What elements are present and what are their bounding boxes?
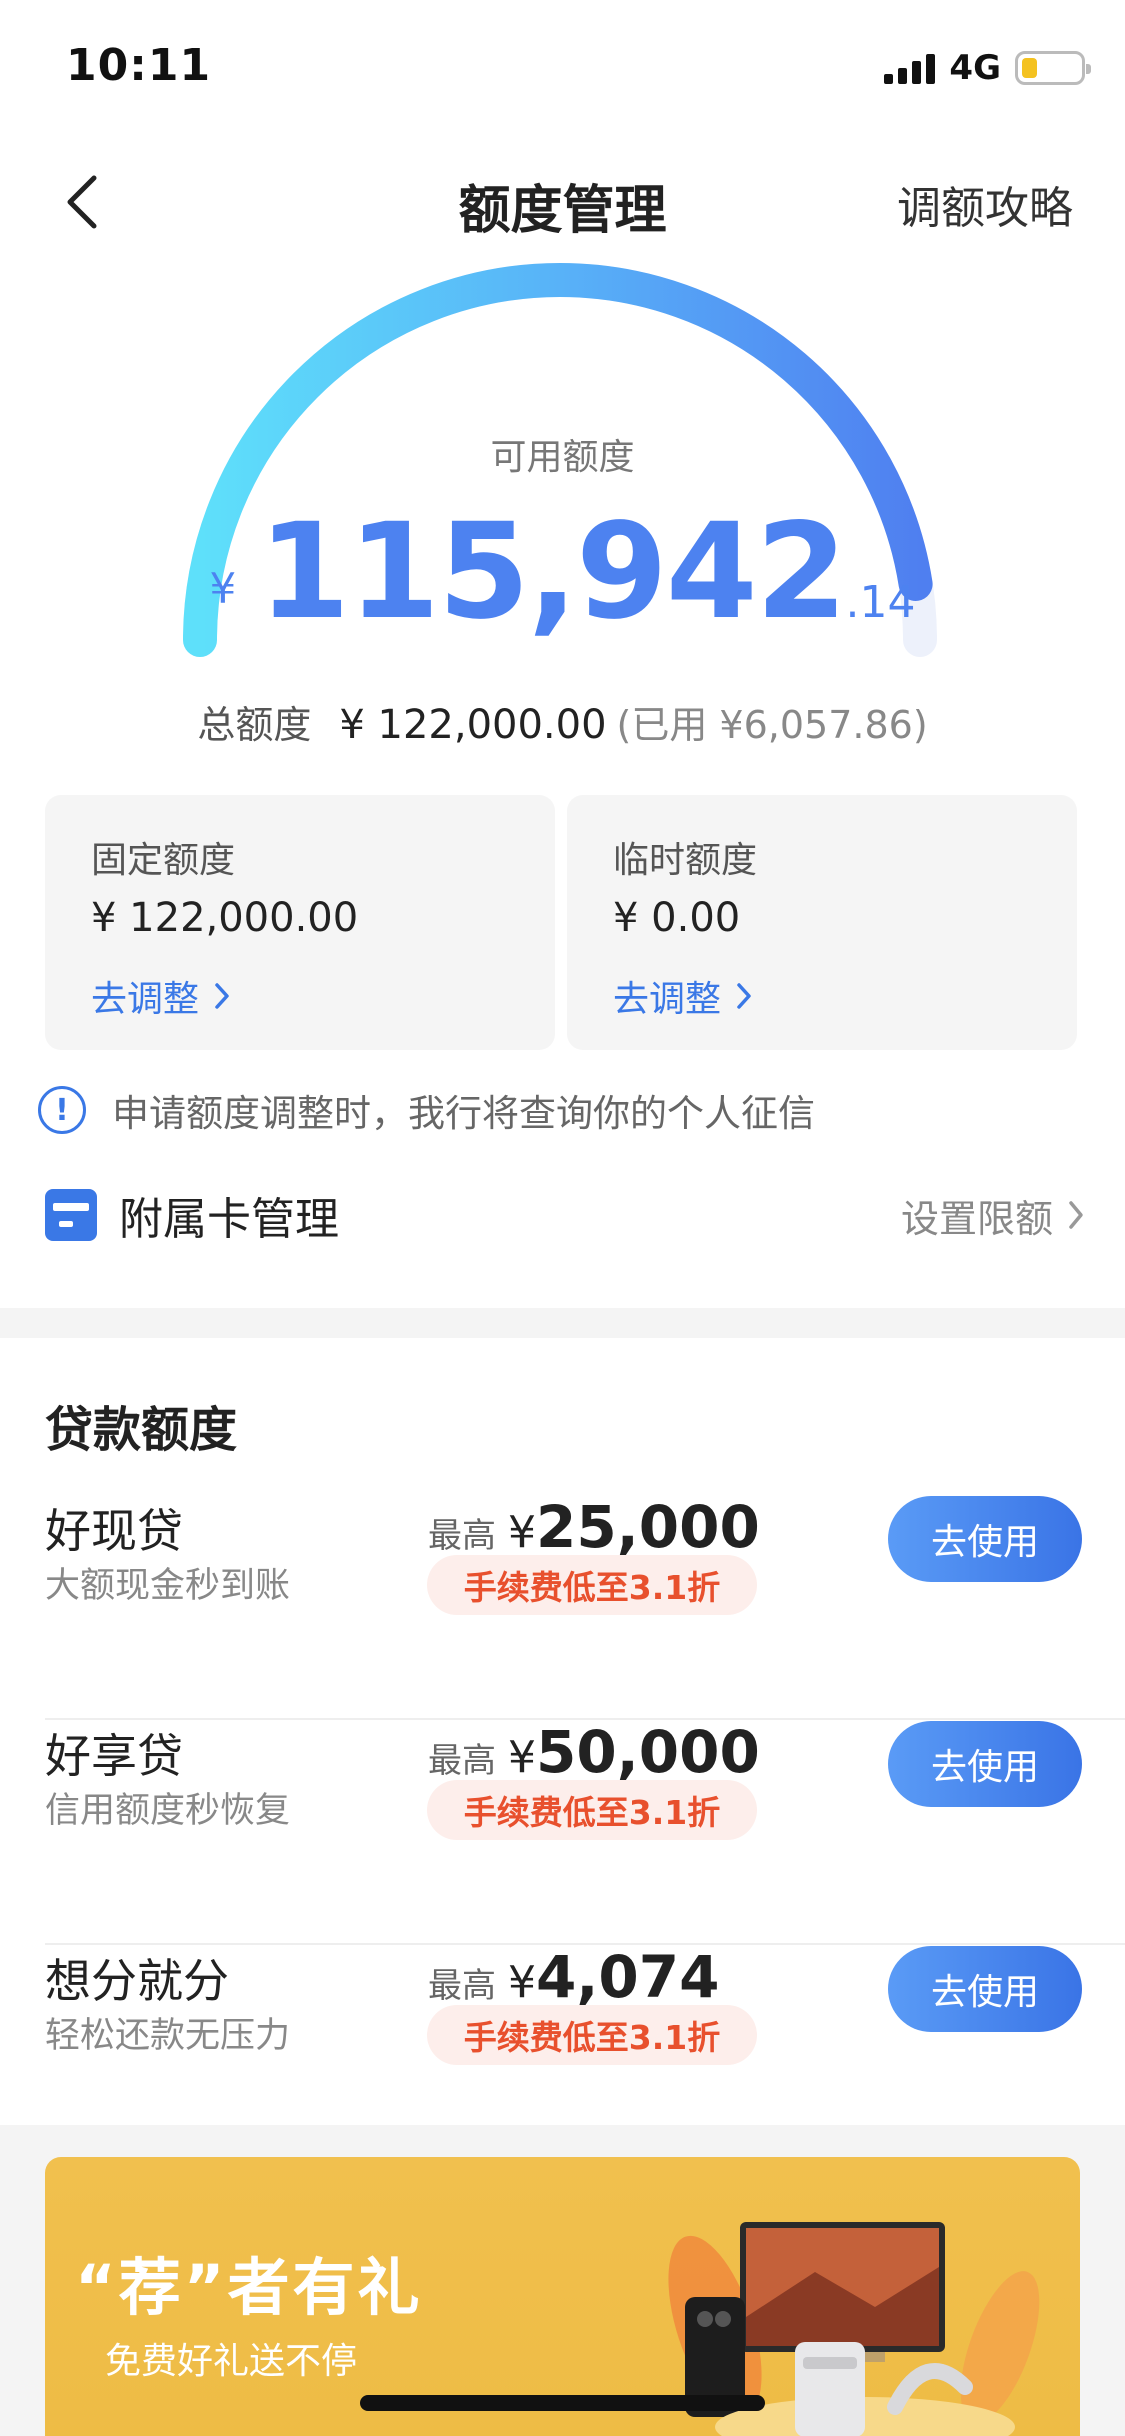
yen-sign: ¥ xyxy=(508,1957,536,2008)
card-amount: ¥ 0.00 xyxy=(613,895,741,941)
use-button[interactable]: 去使用 xyxy=(888,1721,1082,1807)
adjust-guide-link[interactable]: 调额攻略 xyxy=(897,172,1073,236)
use-button[interactable]: 去使用 xyxy=(888,1946,1082,2032)
max-label: 最高 xyxy=(428,1516,496,1556)
set-limit-link[interactable]: 设置限额 xyxy=(901,1188,1085,1243)
info-icon: ! xyxy=(38,1086,86,1134)
loan-name: 好现贷 xyxy=(45,1504,183,1558)
card-amount: ¥ 122,000.00 xyxy=(91,895,359,941)
loan-max: 最高 ¥50,000 xyxy=(428,1718,760,1786)
chevron-right-icon xyxy=(737,983,751,1009)
loan-name: 好享贷 xyxy=(45,1729,183,1783)
loan-max: 最高 ¥4,074 xyxy=(428,1943,719,2011)
loan-max: 最高 ¥25,000 xyxy=(428,1493,760,1561)
use-button[interactable]: 去使用 xyxy=(888,1496,1082,1582)
total-label: 总额度 xyxy=(197,703,312,747)
max-value: 25,000 xyxy=(536,1493,760,1561)
max-value: 50,000 xyxy=(536,1718,760,1786)
total-amount: ¥ 122,000.00 xyxy=(339,702,607,748)
home-indicator xyxy=(360,2395,765,2411)
loan-item-xiangfenjiufen: 想分就分 轻松还款无压力 最高 ¥4,074 手续费低至3.1折 去使用 xyxy=(45,1943,1125,2125)
available-label: 可用额度 xyxy=(490,437,635,478)
status-bar: 10:11 4G xyxy=(0,0,1125,130)
total-line: 总额度 ¥ 122,000.00 (已用 ¥6,057.86) xyxy=(0,694,1125,749)
signal-icon xyxy=(884,52,936,84)
loan-section-title: 贷款额度 xyxy=(45,1402,238,1458)
banner-title: “荐”者有礼 xyxy=(75,2251,423,2324)
battery-icon xyxy=(1015,51,1091,85)
adjust-fixed-link[interactable]: 去调整 xyxy=(91,970,231,1022)
set-limit-label: 设置限额 xyxy=(900,1196,1053,1241)
status-time: 10:11 xyxy=(66,40,212,91)
yen-sign: ¥ xyxy=(508,1507,536,1558)
yen-sign: ¥ xyxy=(508,1732,536,1783)
card-title: 临时额度 xyxy=(613,840,758,881)
max-label: 最高 xyxy=(428,1741,496,1781)
status-indicators: 4G xyxy=(884,48,1091,88)
available-decimal: .14 xyxy=(845,577,916,628)
loan-name: 想分就分 xyxy=(45,1954,229,2008)
sub-card-row[interactable]: 附属卡管理 设置限额 xyxy=(45,1180,1085,1250)
adjust-temp-link[interactable]: 去调整 xyxy=(613,970,753,1022)
available-integer: 115,942 xyxy=(258,495,847,649)
available-currency: ¥ xyxy=(209,564,237,613)
used-amount: (已用 ¥6,057.86) xyxy=(616,703,928,747)
credit-notice: ! 申请额度调整时，我行将查询你的个人征信 xyxy=(38,1083,815,1137)
nav-bar: 额度管理 调额攻略 xyxy=(0,150,1125,250)
link-label: 去调整 xyxy=(613,979,722,1020)
fee-badge: 手续费低至3.1折 xyxy=(427,1780,757,1840)
fee-badge: 手续费低至3.1折 xyxy=(427,2005,757,2065)
chevron-right-icon xyxy=(215,983,229,1009)
sub-card-label: 附属卡管理 xyxy=(119,1194,339,1245)
loan-item-haoxiandai: 好现贷 大额现金秒到账 最高 ¥25,000 手续费低至3.1折 去使用 xyxy=(45,1493,1125,1720)
card-title: 固定额度 xyxy=(91,840,236,881)
loan-desc: 轻松还款无压力 xyxy=(45,2016,291,2056)
banner-subtitle: 免费好礼送不停 xyxy=(105,2341,358,2382)
card-icon xyxy=(45,1189,97,1241)
loan-desc: 信用额度秒恢复 xyxy=(45,1791,291,1831)
max-value: 4,074 xyxy=(536,1943,720,2011)
loan-item-haoxiangdai: 好享贷 信用额度秒恢复 最高 ¥50,000 手续费低至3.1折 去使用 xyxy=(45,1718,1125,1945)
link-label: 去调整 xyxy=(91,979,200,1020)
temp-quota-card: 临时额度 ¥ 0.00 去调整 xyxy=(567,795,1077,1050)
notice-text: 申请额度调整时，我行将查询你的个人征信 xyxy=(112,1092,815,1135)
chevron-right-icon xyxy=(1069,1201,1083,1229)
fee-badge: 手续费低至3.1折 xyxy=(427,1555,757,1615)
network-type: 4G xyxy=(949,48,1001,88)
section-divider xyxy=(0,1308,1125,1338)
loan-desc: 大额现金秒到账 xyxy=(45,1566,291,1606)
max-label: 最高 xyxy=(428,1966,496,2006)
available-amount: ¥115,942.14 xyxy=(0,495,1125,649)
fixed-quota-card: 固定额度 ¥ 122,000.00 去调整 xyxy=(45,795,555,1050)
